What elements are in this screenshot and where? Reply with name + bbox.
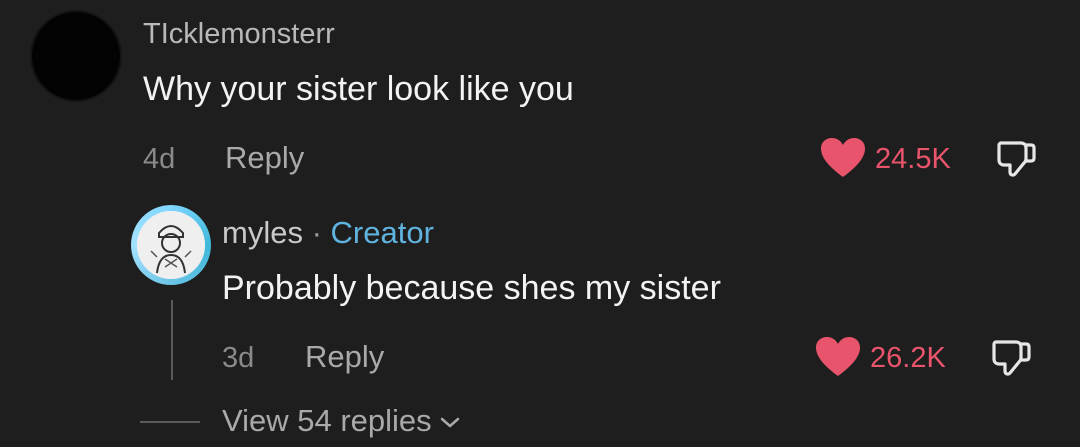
reply-username-row: myles · Creator xyxy=(222,214,434,252)
reply-button[interactable]: Reply xyxy=(225,140,304,176)
heart-icon[interactable] xyxy=(815,336,861,378)
view-replies-button[interactable]: View 54 replies xyxy=(222,402,462,440)
thread-line xyxy=(171,300,173,380)
avatar-commenter[interactable] xyxy=(32,12,120,100)
view-replies-label: View 54 replies xyxy=(222,403,432,438)
dislike-icon[interactable] xyxy=(990,336,1032,378)
heart-icon[interactable] xyxy=(820,137,866,179)
reply-to-reply-button[interactable]: Reply xyxy=(305,339,384,375)
reply-time: 3d xyxy=(222,342,255,374)
comment-text: Why your sister look like you xyxy=(143,70,574,108)
avatar-creator[interactable] xyxy=(131,205,211,285)
chevron-down-icon xyxy=(440,417,459,428)
creator-badge: Creator xyxy=(330,215,434,250)
like-count: 24.5K xyxy=(875,143,951,175)
reply-like-count: 26.2K xyxy=(870,342,946,374)
comment-time: 4d xyxy=(143,143,176,175)
avatar-image xyxy=(137,211,205,279)
comment-username[interactable]: TIcklemonsterr xyxy=(143,16,335,52)
reply-text: Probably because shes my sister xyxy=(222,269,721,307)
avatar-sketch-icon xyxy=(137,211,205,279)
dislike-icon[interactable] xyxy=(995,137,1037,179)
username-separator: · xyxy=(311,215,322,250)
view-replies-divider xyxy=(140,421,200,423)
reply-username[interactable]: myles xyxy=(222,215,303,250)
